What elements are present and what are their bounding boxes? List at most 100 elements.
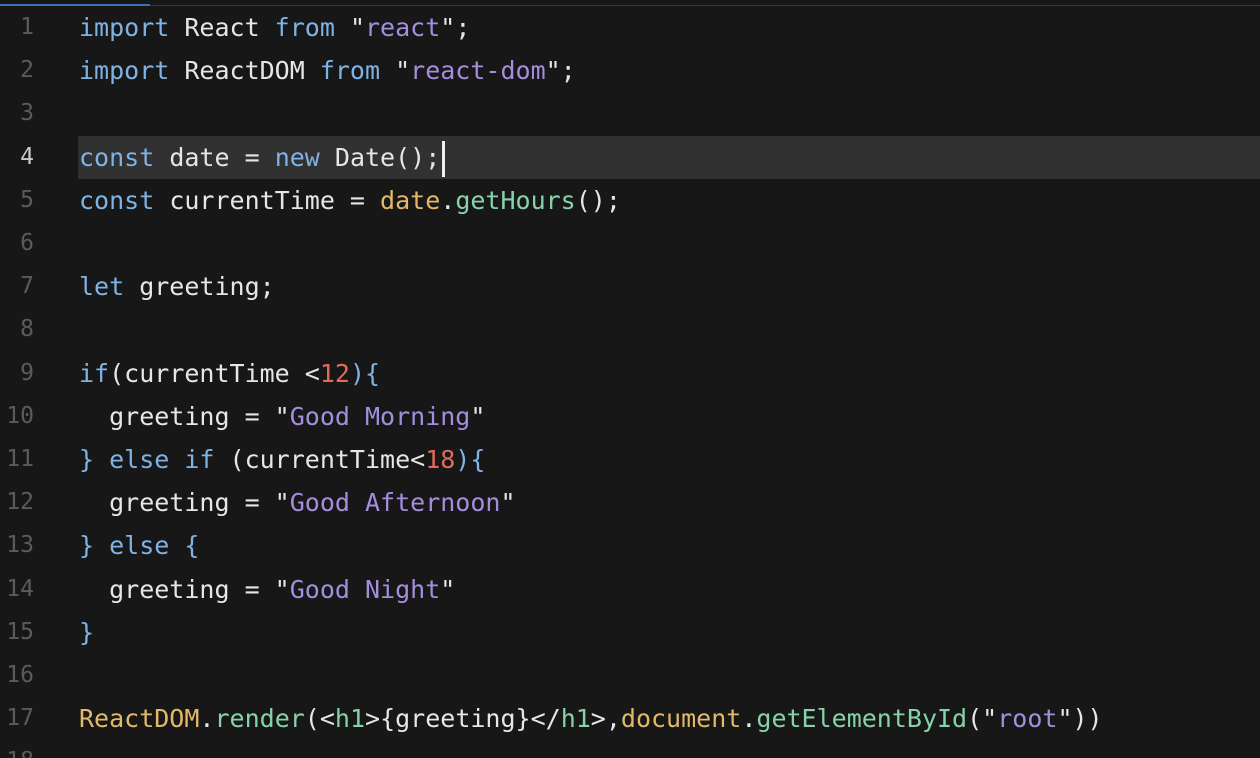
code-token: else if <box>109 445 215 474</box>
code-token: " <box>440 574 456 604</box>
code-token: date = <box>154 142 275 172</box>
code-text: const date = new Date(); <box>79 136 446 179</box>
code-token: Good Afternoon <box>289 488 501 518</box>
code-line[interactable]: 10 greeting = "Good Morning" <box>0 395 1260 438</box>
code-token: document <box>620 704 742 734</box>
code-token: new <box>274 142 320 172</box>
code-token: from <box>319 56 381 86</box>
code-text: if(currentTime <12){ <box>79 352 380 395</box>
code-token: "; <box>440 13 471 42</box>
code-line[interactable]: 16 <box>0 654 1260 697</box>
code-token: React <box>169 13 275 42</box>
code-text: greeting = "Good Night" <box>79 568 455 611</box>
code-token: greeting = <box>79 401 275 431</box>
line-number: 12 <box>6 489 34 516</box>
code-text: const currentTime = date.getHours(); <box>79 179 621 222</box>
code-token: greeting; <box>124 272 275 302</box>
code-token: import <box>79 13 170 42</box>
line-number: 1 <box>20 14 34 40</box>
code-token: Good Night <box>289 574 441 604</box>
code-line[interactable]: 13} else { <box>0 524 1260 567</box>
text-cursor <box>442 140 446 177</box>
code-token: . <box>199 704 215 734</box>
code-token: " <box>274 488 290 518</box>
code-text: import ReactDOM from "react-dom"; <box>79 49 576 92</box>
line-number: 6 <box>20 230 34 256</box>
code-token: ReactDOM <box>169 56 320 86</box>
code-token: h1 <box>560 704 591 734</box>
code-token: (" <box>967 704 998 734</box>
code-editor[interactable]: 1 import React from "react"; 2 import React… <box>0 0 1260 758</box>
code-token: getHours <box>455 185 576 215</box>
code-line[interactable]: 8 <box>0 308 1260 351</box>
line-number: 5 <box>20 186 34 213</box>
code-token: react-dom <box>410 56 546 86</box>
code-token: ")) <box>1057 704 1103 734</box>
code-text: import React from "react"; <box>79 6 470 49</box>
code-token: " <box>334 13 365 42</box>
code-line[interactable]: 12 greeting = "Good Afternoon" <box>0 481 1260 524</box>
code-token: from <box>274 13 335 42</box>
line-number: 7 <box>20 273 34 300</box>
line-number: 13 <box>6 532 34 559</box>
code-token: let <box>79 272 125 302</box>
code-line[interactable]: 4 const date = new Date(); <box>0 135 1260 179</box>
line-number: 4 <box>20 143 34 170</box>
code-token: currentTime = <box>154 185 381 215</box>
code-token: >{greeting}</ <box>365 704 561 734</box>
code-line[interactable]: 17 ReactDOM.render(<h1>{greeting}</h1>,do… <box>0 697 1260 740</box>
code-token: ReactDOM <box>79 704 200 734</box>
code-token: getElementById <box>756 704 968 734</box>
code-line[interactable]: 2 import ReactDOM from "react-dom"; <box>0 49 1260 92</box>
code-line[interactable]: 15} <box>0 611 1260 654</box>
line-number: 3 <box>20 100 34 127</box>
code-token: ){ <box>455 445 486 474</box>
code-token: if <box>79 358 110 388</box>
code-line[interactable]: 18 <box>0 740 1260 758</box>
code-token: Date(); <box>319 142 441 172</box>
code-token: else <box>109 531 170 561</box>
code-text: let greeting; <box>79 265 275 308</box>
code-token: greeting = <box>79 488 275 518</box>
code-token: (< <box>304 704 335 734</box>
code-token: { <box>169 531 200 561</box>
line-number: 9 <box>20 359 34 386</box>
code-token: import <box>79 56 170 86</box>
code-token: } <box>79 445 110 474</box>
code-token: (currentTime< <box>214 445 426 474</box>
code-token: const <box>79 142 155 172</box>
line-number: 10 <box>6 402 34 429</box>
code-token: "; <box>545 56 576 86</box>
code-line[interactable]: 11} else if (currentTime<18){ <box>0 438 1260 481</box>
code-token: (currentTime < <box>109 358 320 388</box>
code-token: Good Morning <box>289 401 471 431</box>
code-token: >, <box>590 704 621 734</box>
code-text: } <box>79 611 94 654</box>
code-text: } else if (currentTime<18){ <box>79 438 485 481</box>
code-text: greeting = "Good Morning" <box>79 395 485 438</box>
code-token: h1 <box>334 704 366 734</box>
code-token: root <box>997 704 1058 734</box>
code-line[interactable]: 9 if(currentTime <12){ <box>0 352 1260 395</box>
code-token: " <box>274 574 290 604</box>
code-token: 18 <box>425 445 456 474</box>
code-token: react <box>365 13 441 42</box>
code-line[interactable]: 1 import React from "react"; <box>0 6 1260 49</box>
code-line[interactable]: 7 let greeting; <box>0 265 1260 308</box>
code-token: } <box>79 617 95 647</box>
code-text: ReactDOM.render(<h1>{greeting}</h1>,docu… <box>79 697 1103 740</box>
line-number: 15 <box>6 618 34 645</box>
code-line[interactable]: 14 greeting = "Good Night" <box>0 568 1260 611</box>
code-token: ){ <box>349 358 381 388</box>
code-line[interactable]: 6 <box>0 222 1260 265</box>
code-text: greeting = "Good Afternoon" <box>79 481 515 524</box>
code-token: const <box>79 185 155 215</box>
code-token: } <box>79 531 110 561</box>
code-line[interactable]: 5 const currentTime = date.getHours(); <box>0 179 1260 222</box>
code-line[interactable]: 3 <box>0 92 1260 135</box>
line-number: 14 <box>6 575 34 602</box>
code-token: render <box>214 704 305 734</box>
code-token: greeting = <box>79 574 275 604</box>
code-token: (); <box>575 185 621 215</box>
code-token: . <box>440 185 456 215</box>
